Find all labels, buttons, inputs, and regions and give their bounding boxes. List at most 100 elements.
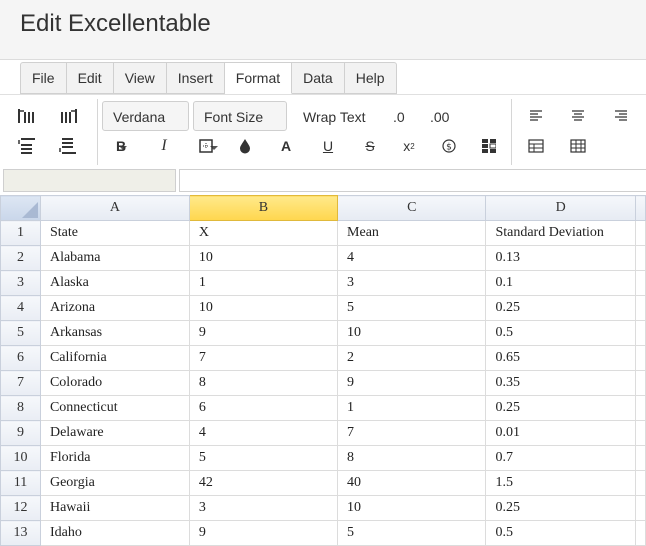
row-header[interactable]: 11: [0, 470, 41, 496]
table-cell[interactable]: Hawaii: [39, 495, 190, 521]
row-header[interactable]: 12: [0, 495, 41, 521]
table-cell[interactable]: 10: [188, 295, 339, 321]
table-cell[interactable]: 10: [188, 245, 339, 271]
menu-view[interactable]: View: [113, 62, 167, 94]
table-cell[interactable]: 0.1: [485, 270, 636, 296]
table-cell[interactable]: 5: [188, 445, 339, 471]
row-header[interactable]: 10: [0, 445, 41, 471]
table-cell[interactable]: 7: [337, 420, 487, 446]
table-cell[interactable]: 7: [188, 345, 339, 371]
row-header[interactable]: 6: [0, 345, 41, 371]
column-header-d[interactable]: D: [485, 195, 636, 221]
insert-row-above-icon[interactable]: [16, 136, 38, 156]
table-cell[interactable]: 0.25: [485, 295, 636, 321]
table-cell[interactable]: 0.25: [485, 495, 636, 521]
table-cell[interactable]: 9: [188, 520, 339, 546]
table-cell[interactable]: [634, 270, 646, 296]
insert-row-below-icon[interactable]: [57, 136, 79, 156]
table-cell[interactable]: [634, 295, 646, 321]
table-cell[interactable]: 42: [188, 470, 339, 496]
column-header-a[interactable]: A: [39, 195, 190, 221]
select-all-corner[interactable]: [0, 195, 41, 221]
table-cell[interactable]: 8: [337, 445, 487, 471]
table-cell[interactable]: California: [39, 345, 190, 371]
row-header[interactable]: 8: [0, 395, 41, 421]
row-header[interactable]: 9: [0, 420, 41, 446]
cell-reference-box[interactable]: [3, 169, 176, 192]
align-left-icon[interactable]: [525, 106, 547, 126]
increase-decimal-button[interactable]: .00: [430, 109, 449, 125]
table-cell[interactable]: [634, 470, 646, 496]
formula-input[interactable]: [179, 169, 646, 192]
table-cell[interactable]: 3: [337, 270, 487, 296]
insert-column-left-icon[interactable]: [16, 106, 38, 126]
row-header[interactable]: 4: [0, 295, 41, 321]
insert-column-right-icon[interactable]: [57, 106, 79, 126]
table-cell[interactable]: 1: [188, 270, 339, 296]
table-cell[interactable]: 0.13: [485, 245, 636, 271]
table-cell[interactable]: [634, 445, 646, 471]
row-header[interactable]: 5: [0, 320, 41, 346]
table-cell[interactable]: [634, 320, 646, 346]
menu-format[interactable]: Format: [224, 62, 293, 94]
table-cell[interactable]: 0.25: [485, 395, 636, 421]
table-cell[interactable]: 5: [337, 520, 487, 546]
row-header[interactable]: 3: [0, 270, 41, 296]
font-size-dropdown[interactable]: Font Size: [193, 101, 287, 151]
merge-cells-icon[interactable]: [525, 136, 547, 156]
table-cell[interactable]: Georgia: [39, 470, 190, 496]
table-cell[interactable]: 4: [188, 420, 339, 446]
table-cell[interactable]: 6: [188, 395, 339, 421]
menu-insert[interactable]: Insert: [166, 62, 225, 94]
currency-icon[interactable]: $: [438, 136, 460, 156]
row-header[interactable]: 1: [0, 220, 41, 246]
table-cell[interactable]: 10: [337, 495, 487, 521]
table-cell[interactable]: Alabama: [39, 245, 190, 271]
conditional-format-icon[interactable]: [478, 136, 500, 156]
table-cell[interactable]: 1.5: [485, 470, 636, 496]
table-cell[interactable]: State: [39, 220, 190, 246]
menu-help[interactable]: Help: [344, 62, 397, 94]
table-cell[interactable]: [634, 520, 646, 546]
table-cell[interactable]: 0.65: [485, 345, 636, 371]
align-right-icon[interactable]: [610, 106, 632, 126]
table-cell[interactable]: 0.7: [485, 445, 636, 471]
table-cell[interactable]: Connecticut: [39, 395, 190, 421]
table-cell[interactable]: Standard Deviation: [485, 220, 636, 246]
table-cell[interactable]: 0.35: [485, 370, 636, 396]
table-cell[interactable]: [634, 420, 646, 446]
table-cell[interactable]: 1: [337, 395, 487, 421]
menu-edit[interactable]: Edit: [66, 62, 114, 94]
table-cell[interactable]: Florida: [39, 445, 190, 471]
table-cell[interactable]: 8: [188, 370, 339, 396]
table-cell[interactable]: Arizona: [39, 295, 190, 321]
underline-icon[interactable]: U: [317, 136, 339, 156]
superscript-icon[interactable]: x2: [398, 136, 420, 156]
table-cell[interactable]: Arkansas: [39, 320, 190, 346]
table-cell[interactable]: [634, 395, 646, 421]
text-color-icon[interactable]: A: [275, 136, 297, 156]
table-cell[interactable]: Alaska: [39, 270, 190, 296]
table-cell[interactable]: 0.5: [485, 320, 636, 346]
table-cell[interactable]: [634, 370, 646, 396]
column-header-c[interactable]: C: [337, 195, 487, 221]
table-cell[interactable]: 10: [337, 320, 487, 346]
table-cell[interactable]: [634, 220, 646, 246]
fill-color-icon[interactable]: [234, 136, 256, 156]
italic-icon[interactable]: I: [153, 136, 175, 156]
menu-file[interactable]: File: [20, 62, 67, 94]
table-cell[interactable]: 2: [337, 345, 487, 371]
strikethrough-icon[interactable]: S: [359, 136, 381, 156]
table-cell[interactable]: 0.01: [485, 420, 636, 446]
row-header[interactable]: 2: [0, 245, 41, 271]
font-family-dropdown[interactable]: Verdana: [102, 101, 189, 151]
align-center-icon[interactable]: [567, 106, 589, 126]
table-cell[interactable]: 4: [337, 245, 487, 271]
table-cell[interactable]: [634, 345, 646, 371]
column-header-e[interactable]: [634, 195, 646, 221]
table-cell[interactable]: Colorado: [39, 370, 190, 396]
table-grid-icon[interactable]: [567, 136, 589, 156]
borders-icon[interactable]: [195, 136, 217, 156]
wrap-text-button[interactable]: Wrap Text: [303, 109, 366, 125]
row-header[interactable]: 13: [0, 520, 41, 546]
